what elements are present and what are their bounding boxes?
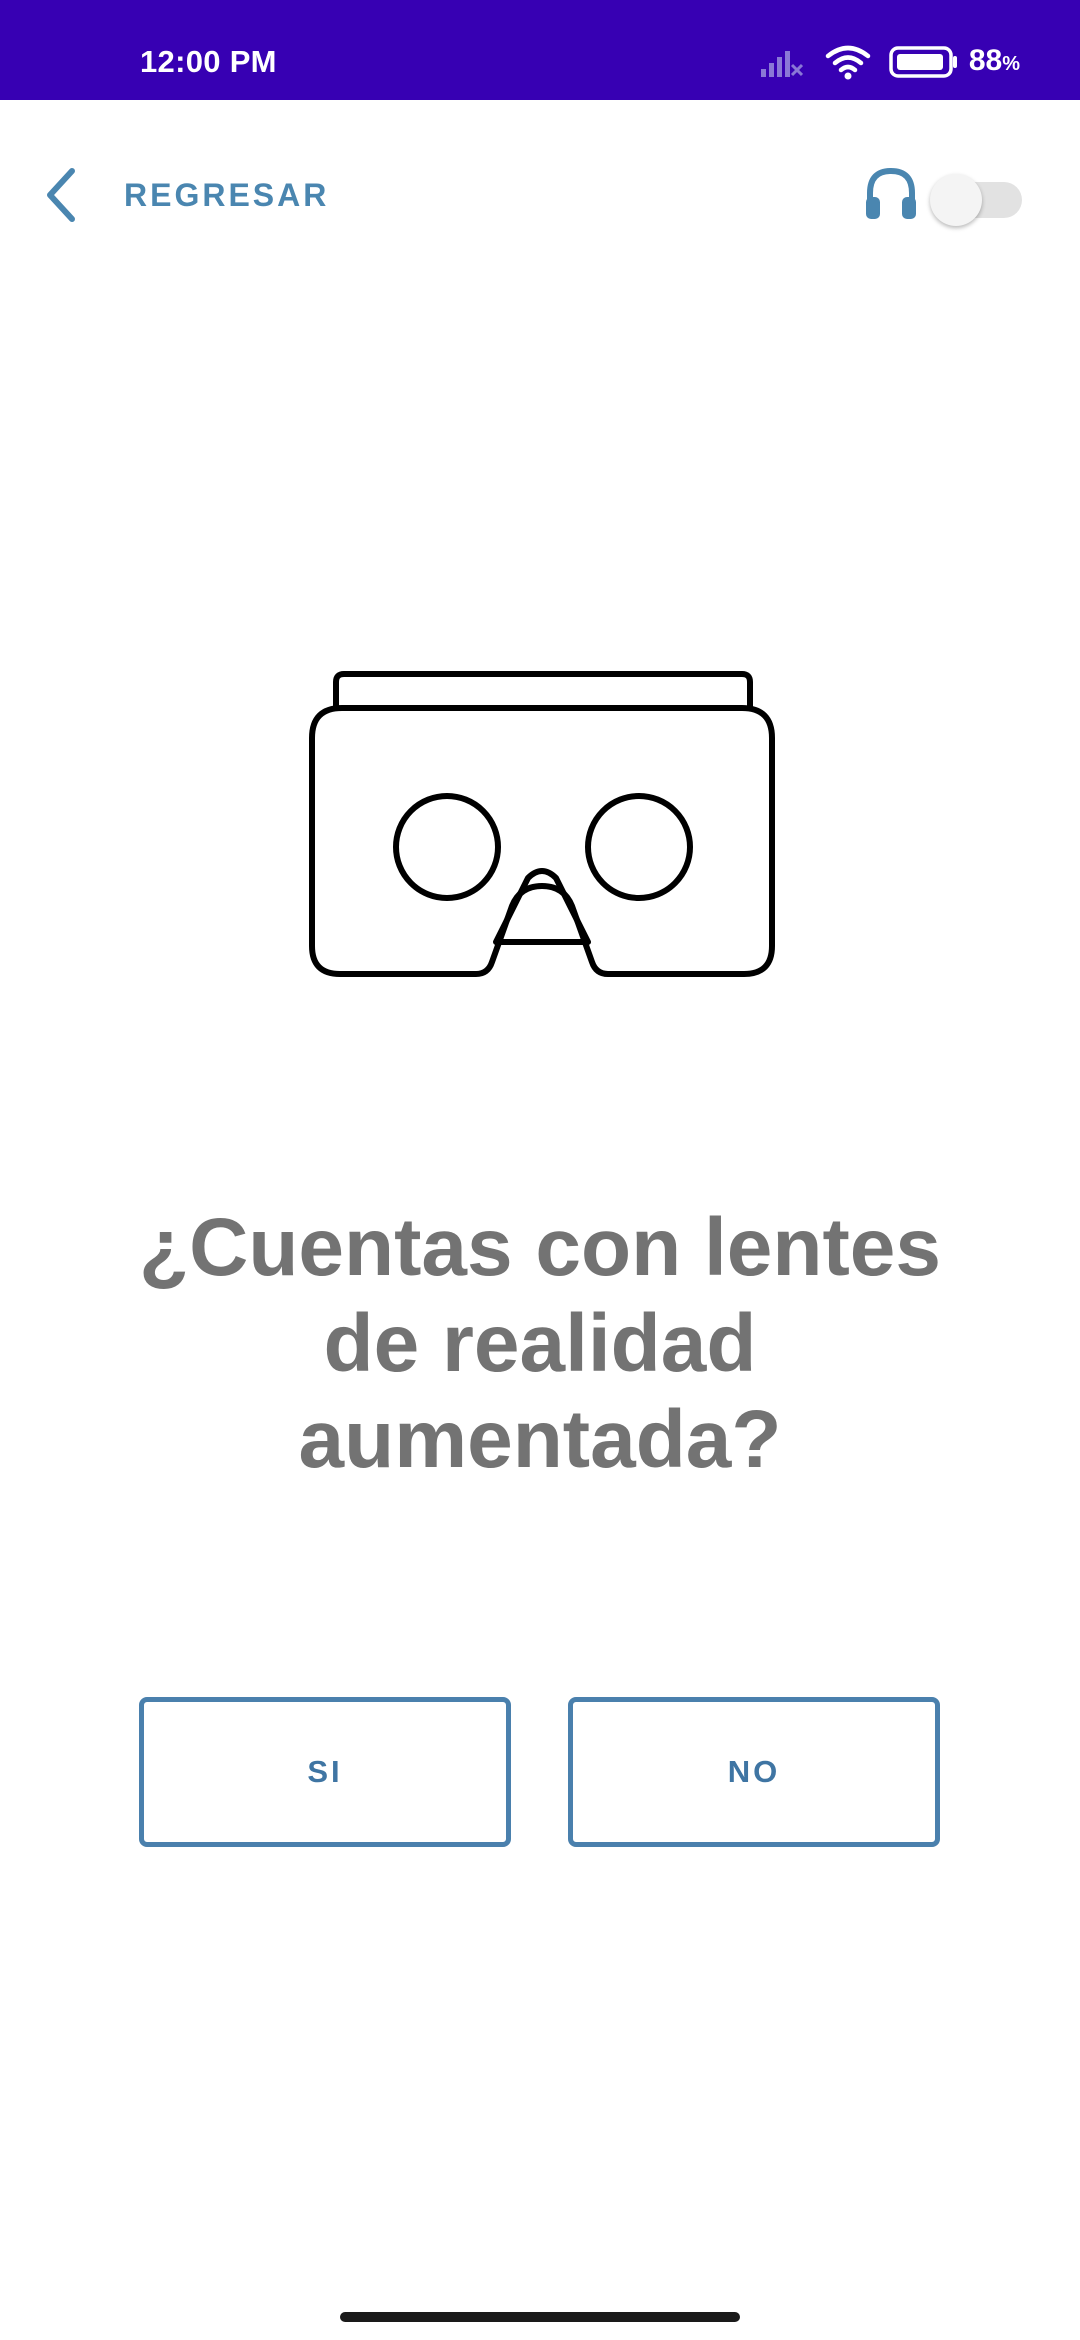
- battery-percent: 88%: [968, 43, 1020, 77]
- back-button[interactable]: REGRESAR: [40, 160, 329, 230]
- signal-icon: [760, 51, 803, 77]
- chevron-left-icon: [47, 168, 75, 222]
- status-bar: 12:00 PM 88%: [0, 0, 1080, 100]
- question-text: ¿Cuentas con lentes de realidad aumentad…: [139, 1202, 941, 1485]
- status-time: 12:00 PM: [140, 44, 277, 79]
- back-label: REGRESAR: [124, 176, 330, 213]
- audio-toggle[interactable]: [930, 166, 1022, 226]
- home-indicator[interactable]: [340, 2312, 740, 2322]
- wifi-icon: [825, 45, 871, 80]
- yes-button[interactable]: SI: [139, 1697, 511, 1847]
- audio-control: [862, 158, 1022, 230]
- vr-headset-icon: [309, 671, 775, 977]
- no-button[interactable]: NO: [568, 1697, 940, 1847]
- battery-icon: [889, 46, 957, 78]
- status-icons: 88%: [760, 40, 1020, 84]
- battery-percent-unit: %: [1002, 52, 1020, 75]
- headphones-icon: [866, 167, 916, 219]
- audio-toggle-thumb: [930, 174, 982, 226]
